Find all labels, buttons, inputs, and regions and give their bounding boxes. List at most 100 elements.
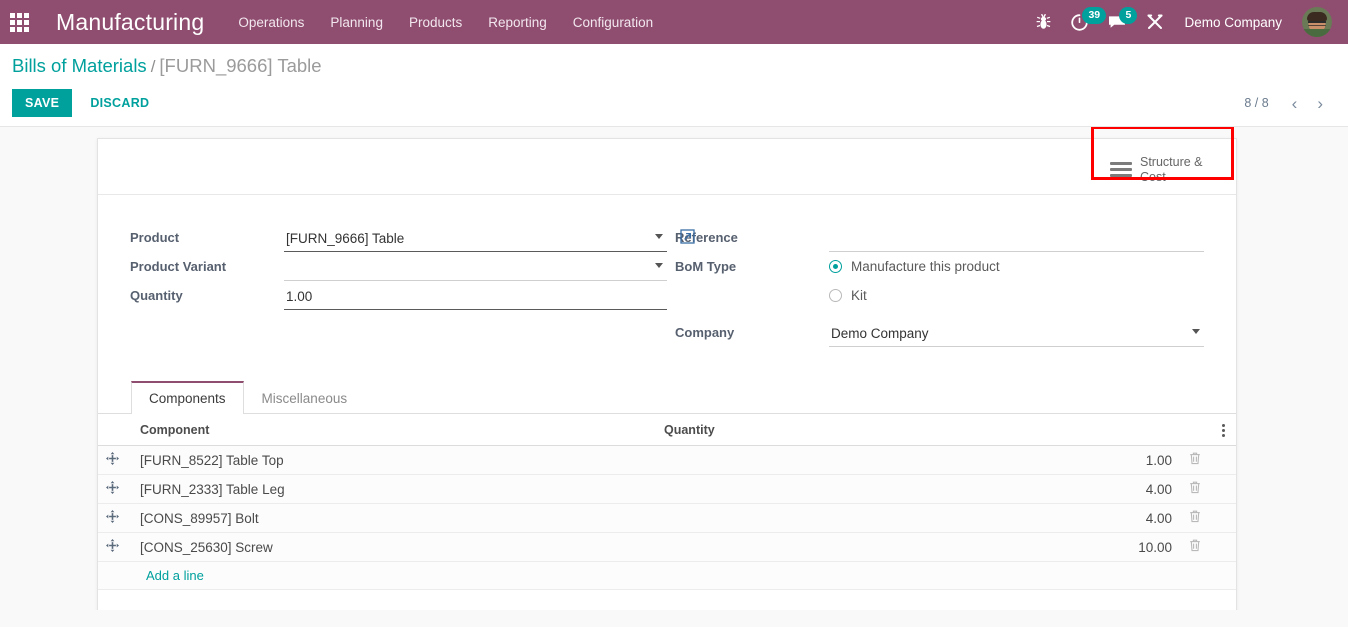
move-arrows-icon[interactable] bbox=[106, 452, 119, 468]
trash-icon[interactable] bbox=[1189, 539, 1201, 552]
company-input[interactable] bbox=[829, 320, 1204, 347]
radio-option-manufacture-this-product[interactable]: Manufacture this product bbox=[829, 252, 1204, 281]
save-button[interactable]: SAVE bbox=[12, 89, 73, 117]
avatar-glasses bbox=[1308, 21, 1326, 27]
navbar-right-area: 39 5 Demo Company bbox=[1036, 0, 1338, 44]
messages-menu-button[interactable]: 5 bbox=[1108, 0, 1138, 44]
table-row[interactable]: [CONS_89957] Bolt 4.00 bbox=[98, 503, 1236, 533]
row-delete-button[interactable] bbox=[1180, 503, 1210, 533]
structure-and-cost-button[interactable]: Structure & Cost bbox=[1102, 145, 1224, 194]
menu-item-operations[interactable]: Operations bbox=[238, 15, 304, 30]
cell-spacer bbox=[1210, 474, 1236, 504]
row-drag-handle[interactable] bbox=[98, 503, 132, 533]
app-brand-title[interactable]: Manufacturing bbox=[56, 9, 204, 36]
pager-previous-button[interactable]: ‹ bbox=[1283, 93, 1307, 114]
cell-component[interactable]: [FURN_8522] Table Top bbox=[132, 445, 656, 475]
move-arrows-icon[interactable] bbox=[106, 481, 119, 497]
radio-icon-unselected[interactable] bbox=[829, 289, 842, 302]
cell-component[interactable]: [CONS_25630] Screw bbox=[132, 532, 656, 562]
add-a-line-link[interactable]: Add a line bbox=[140, 568, 204, 583]
field-reference: Reference bbox=[675, 223, 1204, 252]
radio-option-kit[interactable]: Kit bbox=[829, 281, 1204, 310]
row-delete-button[interactable] bbox=[1180, 532, 1210, 562]
field-label-quantity: Quantity bbox=[130, 288, 183, 303]
quantity-input[interactable] bbox=[284, 283, 667, 310]
trash-icon[interactable] bbox=[1189, 481, 1201, 494]
main-menu: Operations Planning Products Reporting C… bbox=[238, 0, 653, 44]
field-label-product: Product bbox=[130, 230, 180, 245]
tab-miscellaneous[interactable]: Miscellaneous bbox=[244, 381, 366, 414]
messages-badge: 5 bbox=[1119, 7, 1138, 24]
activities-badge: 39 bbox=[1082, 7, 1107, 24]
activities-menu-button[interactable]: 39 bbox=[1071, 0, 1107, 44]
cell-quantity[interactable]: 10.00 bbox=[656, 532, 1180, 562]
row-drag-handle[interactable] bbox=[98, 445, 132, 475]
page-body: Structure & Cost Product [FURN_9666] Tab… bbox=[0, 127, 1348, 610]
cell-quantity[interactable]: 4.00 bbox=[656, 503, 1180, 533]
bug-icon[interactable] bbox=[1036, 0, 1051, 44]
radio-icon-selected[interactable] bbox=[829, 260, 842, 273]
breadcrumb-separator: / bbox=[150, 57, 156, 76]
add-line-spacer-cell bbox=[1210, 561, 1236, 590]
cell-component[interactable]: [CONS_89957] Bolt bbox=[132, 503, 656, 533]
breadcrumb-bills-of-materials[interactable]: Bills of Materials bbox=[12, 55, 147, 76]
trash-icon[interactable] bbox=[1189, 510, 1201, 523]
move-arrows-icon[interactable] bbox=[106, 510, 119, 526]
discard-button[interactable]: DISCARD bbox=[77, 89, 162, 117]
vertical-dots-icon[interactable] bbox=[1218, 423, 1228, 437]
field-bom-type: BoM Type Manufacture this product Kit bbox=[675, 252, 1204, 310]
company-switcher[interactable]: Demo Company bbox=[1184, 15, 1282, 30]
external-link-icon[interactable] bbox=[680, 229, 695, 244]
field-quantity: Quantity bbox=[130, 281, 667, 310]
avatar-shirt bbox=[1302, 29, 1332, 37]
notebook: Components Miscellaneous Component Quant… bbox=[98, 381, 1236, 610]
components-table-body: [FURN_8522] Table Top 1.00 [FURN_2333] T… bbox=[98, 445, 1236, 590]
menu-item-reporting[interactable]: Reporting bbox=[488, 15, 547, 30]
menu-item-planning[interactable]: Planning bbox=[330, 15, 383, 30]
reference-input[interactable] bbox=[829, 225, 1204, 252]
record-pager: 8 / 8 ‹ › bbox=[1244, 93, 1332, 114]
product-input[interactable] bbox=[284, 225, 667, 252]
column-header-quantity: Quantity bbox=[656, 414, 1180, 446]
control-panel-actions: SAVE DISCARD 8 / 8 ‹ › bbox=[12, 89, 1332, 126]
field-company: Company bbox=[675, 318, 1204, 347]
menu-item-products[interactable]: Products bbox=[409, 15, 462, 30]
avatar[interactable] bbox=[1302, 7, 1332, 37]
row-delete-button[interactable] bbox=[1180, 474, 1210, 504]
product-variant-input[interactable] bbox=[284, 254, 667, 281]
table-row[interactable]: [CONS_25630] Screw 10.00 bbox=[98, 532, 1236, 562]
pager-next-button[interactable]: › bbox=[1308, 93, 1332, 114]
cell-quantity[interactable]: 1.00 bbox=[656, 445, 1180, 475]
cell-spacer bbox=[1210, 532, 1236, 562]
field-product-variant: Product Variant bbox=[130, 252, 667, 281]
apps-grid-icon bbox=[9, 12, 29, 32]
table-row[interactable]: [FURN_8522] Table Top 1.00 bbox=[98, 445, 1236, 475]
add-line-trash-cell bbox=[1180, 561, 1210, 590]
top-navbar: Manufacturing Operations Planning Produc… bbox=[0, 0, 1348, 44]
table-header-row: Component Quantity bbox=[98, 414, 1236, 446]
move-arrows-icon[interactable] bbox=[106, 539, 119, 555]
table-row[interactable]: [FURN_2333] Table Leg 4.00 bbox=[98, 474, 1236, 504]
radio-label-manufacture-this-product: Manufacture this product bbox=[851, 259, 1000, 274]
trash-icon[interactable] bbox=[1189, 452, 1201, 465]
field-label-product-variant: Product Variant bbox=[130, 259, 227, 274]
add-line-handle-cell bbox=[98, 561, 132, 590]
column-header-handle bbox=[98, 414, 132, 446]
add-line-row[interactable]: Add a line bbox=[98, 561, 1236, 590]
cell-quantity[interactable]: 4.00 bbox=[656, 474, 1180, 504]
column-options-toggle[interactable] bbox=[1210, 414, 1236, 446]
column-header-component: Component bbox=[132, 414, 656, 446]
field-label-reference: Reference bbox=[675, 230, 738, 245]
row-delete-button[interactable] bbox=[1180, 445, 1210, 475]
tab-components[interactable]: Components bbox=[131, 381, 244, 414]
sheet-bottom-filler bbox=[98, 590, 1236, 610]
add-line-cell[interactable]: Add a line bbox=[132, 561, 656, 590]
wrench-icon[interactable] bbox=[1146, 0, 1164, 44]
apps-menu-button[interactable] bbox=[0, 0, 38, 44]
menu-item-configuration[interactable]: Configuration bbox=[573, 15, 653, 30]
cell-component[interactable]: [FURN_2333] Table Leg bbox=[132, 474, 656, 504]
row-drag-handle[interactable] bbox=[98, 474, 132, 504]
row-drag-handle[interactable] bbox=[98, 532, 132, 562]
components-table: Component Quantity [FURN_8522] Table Top… bbox=[98, 414, 1236, 590]
